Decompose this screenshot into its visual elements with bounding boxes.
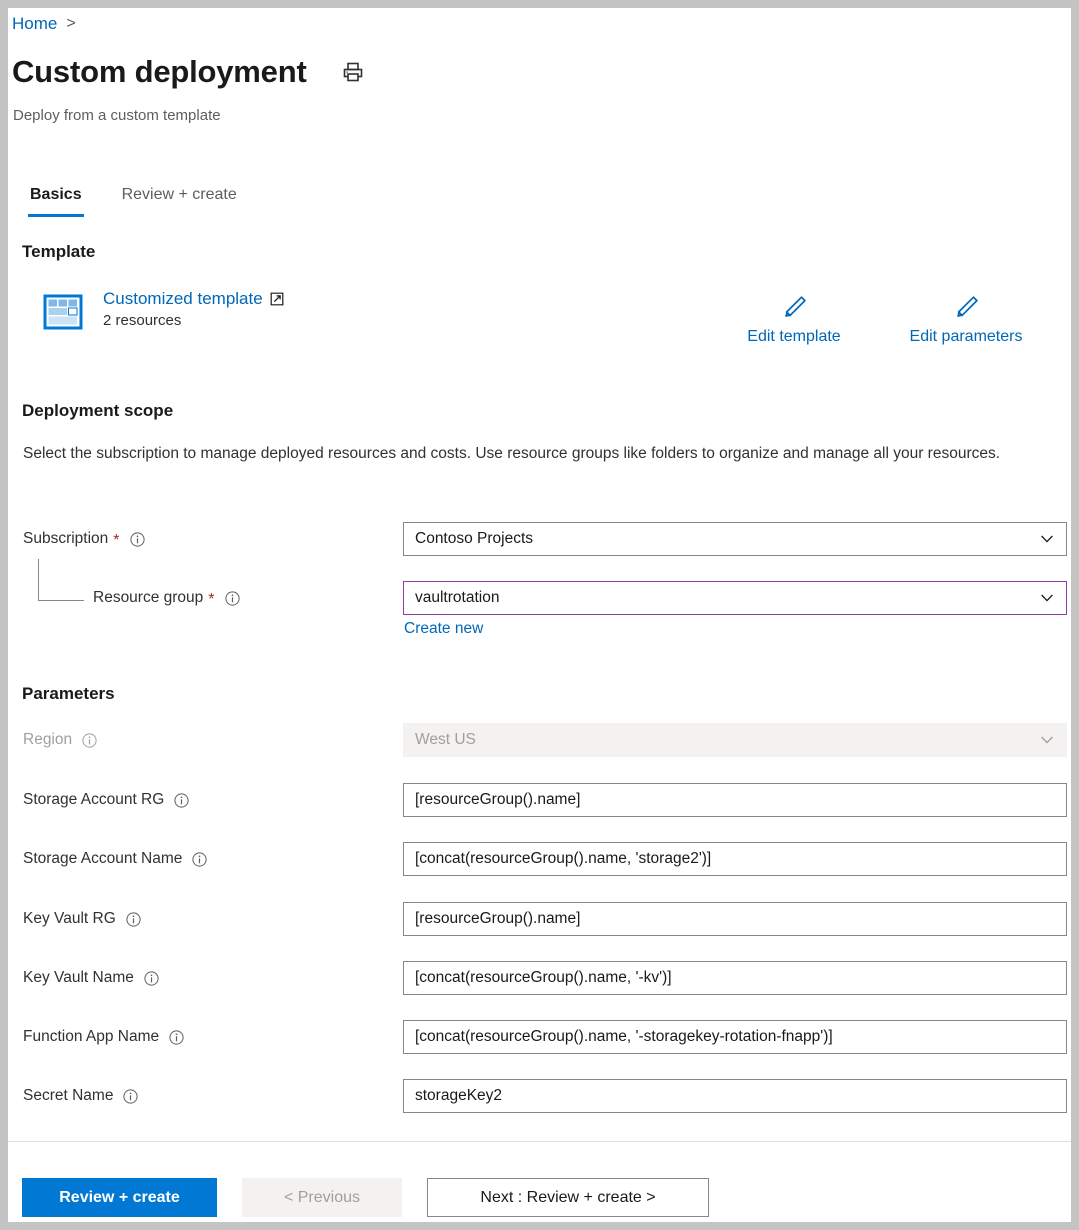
- title-row: Custom deployment: [12, 55, 366, 89]
- tab-review-create[interactable]: Review + create: [114, 186, 245, 217]
- secret-name-label: Secret Name: [23, 1079, 138, 1113]
- azure-portal-blade: Home > Custom deployment Deploy from a c…: [8, 8, 1071, 1222]
- chevron-down-icon: [1032, 581, 1062, 615]
- previous-button: < Previous: [242, 1178, 402, 1217]
- chevron-down-icon: [1032, 522, 1062, 556]
- info-icon[interactable]: [144, 971, 159, 986]
- key-vault-name-value: [concat(resourceGroup().name, '-kv')]: [404, 969, 1066, 987]
- review-create-button[interactable]: Review + create: [22, 1178, 217, 1217]
- form-row-function-app-name: Function App Name [concat(resourceGroup(…: [8, 1020, 1071, 1054]
- template-link-line: Customized template: [103, 289, 284, 309]
- function-app-name-label: Function App Name: [23, 1020, 184, 1054]
- secret-name-value: storageKey2: [404, 1087, 1066, 1105]
- tab-basics[interactable]: Basics: [22, 186, 90, 217]
- edit-parameters-label: Edit parameters: [910, 328, 1023, 346]
- section-heading-deployment-scope: Deployment scope: [22, 401, 173, 421]
- form-row-storage-account-rg: Storage Account RG [resourceGroup().name…: [8, 783, 1071, 817]
- key-vault-rg-input[interactable]: [resourceGroup().name]: [403, 902, 1067, 936]
- key-vault-name-label-text: Key Vault Name: [23, 969, 134, 987]
- subscription-label: Subscription *: [23, 522, 145, 556]
- info-icon[interactable]: [169, 1030, 184, 1045]
- form-row-key-vault-rg: Key Vault RG [resourceGroup().name]: [8, 902, 1071, 936]
- section-heading-parameters: Parameters: [22, 684, 115, 704]
- info-icon[interactable]: [82, 733, 97, 748]
- storage-account-name-input[interactable]: [concat(resourceGroup().name, 'storage2'…: [403, 842, 1067, 876]
- template-text-block: Customized template 2 resources: [103, 289, 284, 329]
- next-review-create-button[interactable]: Next : Review + create >: [427, 1178, 709, 1217]
- info-icon[interactable]: [225, 591, 240, 606]
- resource-group-value: vaultrotation: [404, 589, 1032, 607]
- storage-account-rg-label-text: Storage Account RG: [23, 791, 164, 809]
- region-label-text: Region: [23, 731, 72, 749]
- storage-account-rg-input[interactable]: [resourceGroup().name]: [403, 783, 1067, 817]
- info-icon[interactable]: [130, 532, 145, 547]
- tree-connector-line: [38, 559, 84, 601]
- info-icon[interactable]: [174, 793, 189, 808]
- subscription-value: Contoso Projects: [404, 530, 1032, 548]
- info-icon[interactable]: [126, 912, 141, 927]
- key-vault-rg-label: Key Vault RG: [23, 902, 141, 936]
- key-vault-name-label: Key Vault Name: [23, 961, 159, 995]
- deployment-scope-description: Select the subscription to manage deploy…: [23, 442, 1023, 467]
- section-heading-template: Template: [22, 242, 95, 262]
- pencil-icon: [779, 293, 809, 323]
- page-subtitle: Deploy from a custom template: [13, 107, 221, 124]
- page-title: Custom deployment: [12, 55, 307, 89]
- storage-account-name-value: [concat(resourceGroup().name, 'storage2'…: [404, 850, 1066, 868]
- subscription-dropdown[interactable]: Contoso Projects: [403, 522, 1067, 556]
- info-icon[interactable]: [192, 852, 207, 867]
- form-row-secret-name: Secret Name storageKey2: [8, 1079, 1071, 1113]
- form-row-resource-group: Resource group * vaultrotation: [8, 581, 1071, 615]
- breadcrumb-separator-icon: >: [66, 16, 75, 32]
- template-resource-count: 2 resources: [103, 312, 284, 329]
- storage-account-rg-value: [resourceGroup().name]: [404, 791, 1066, 809]
- required-marker: *: [208, 592, 214, 608]
- pencil-icon: [951, 293, 981, 323]
- form-row-subscription: Subscription * Contoso Projects: [8, 522, 1071, 556]
- create-new-resource-group-link[interactable]: Create new: [404, 620, 483, 638]
- form-row-storage-account-name: Storage Account Name [concat(resourceGro…: [8, 842, 1071, 876]
- edit-template-label: Edit template: [747, 328, 840, 346]
- region-label: Region: [23, 723, 97, 757]
- breadcrumb-home-link[interactable]: Home: [12, 14, 57, 34]
- region-value: West US: [404, 731, 1032, 749]
- edit-template-button[interactable]: Edit template: [708, 293, 880, 346]
- key-vault-name-input[interactable]: [concat(resourceGroup().name, '-kv')]: [403, 961, 1067, 995]
- storage-account-rg-label: Storage Account RG: [23, 783, 189, 817]
- region-dropdown: West US: [403, 723, 1067, 757]
- secret-name-input[interactable]: storageKey2: [403, 1079, 1067, 1113]
- template-grid-icon: [43, 292, 83, 332]
- secret-name-label-text: Secret Name: [23, 1087, 113, 1105]
- edit-parameters-button[interactable]: Edit parameters: [880, 293, 1052, 346]
- external-link-icon: [270, 292, 284, 306]
- form-row-region: Region West US: [8, 723, 1071, 757]
- resource-group-label: Resource group *: [93, 581, 240, 615]
- tab-list: Basics Review + create: [22, 186, 245, 217]
- key-vault-rg-value: [resourceGroup().name]: [404, 910, 1066, 928]
- template-summary: Customized template 2 resources: [43, 289, 284, 332]
- function-app-name-input[interactable]: [concat(resourceGroup().name, '-storagek…: [403, 1020, 1067, 1054]
- footer-divider: [8, 1141, 1071, 1142]
- customized-template-link[interactable]: Customized template: [103, 289, 263, 309]
- form-row-key-vault-name: Key Vault Name [concat(resourceGroup().n…: [8, 961, 1071, 995]
- key-vault-rg-label-text: Key Vault RG: [23, 910, 116, 928]
- resource-group-dropdown[interactable]: vaultrotation: [403, 581, 1067, 615]
- info-icon[interactable]: [123, 1089, 138, 1104]
- resource-group-label-text: Resource group: [93, 589, 203, 607]
- printer-icon[interactable]: [340, 59, 366, 85]
- chevron-down-icon: [1032, 723, 1062, 757]
- subscription-label-text: Subscription: [23, 530, 108, 548]
- breadcrumb: Home >: [12, 14, 76, 34]
- required-marker: *: [113, 533, 119, 549]
- function-app-name-label-text: Function App Name: [23, 1028, 159, 1046]
- storage-account-name-label: Storage Account Name: [23, 842, 207, 876]
- screenshot-root: Home > Custom deployment Deploy from a c…: [0, 0, 1079, 1230]
- template-edit-actions: Edit template Edit parameters: [708, 293, 1052, 346]
- storage-account-name-label-text: Storage Account Name: [23, 850, 182, 868]
- function-app-name-value: [concat(resourceGroup().name, '-storagek…: [404, 1028, 1066, 1046]
- footer-action-bar: Review + create < Previous Next : Review…: [22, 1178, 709, 1217]
